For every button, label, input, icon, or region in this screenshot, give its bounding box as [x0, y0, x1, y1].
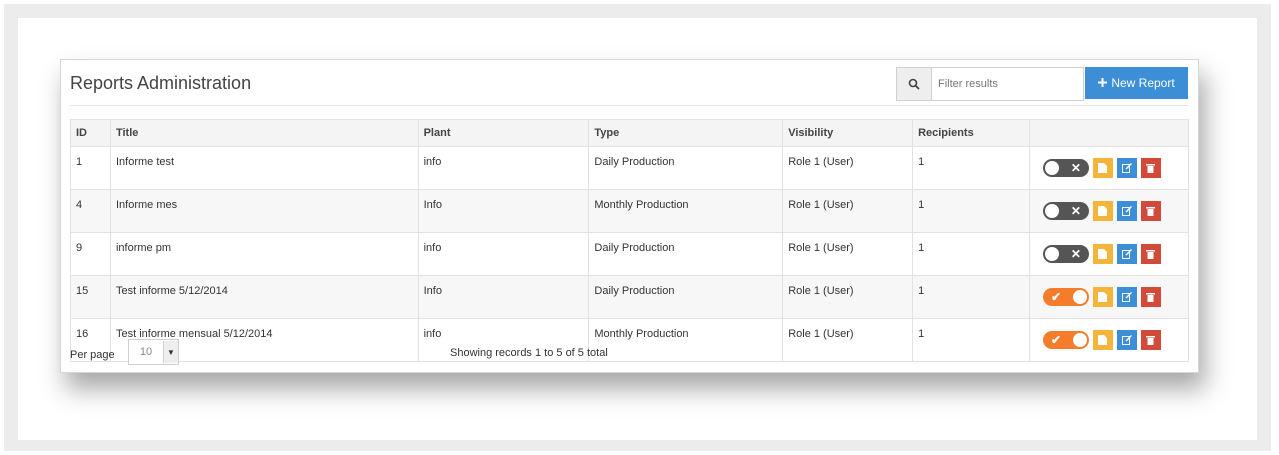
- toggle-knob: [1044, 161, 1059, 175]
- per-page-label: Per page: [70, 349, 115, 361]
- column-header-actions: [1028, 119, 1190, 147]
- cell-id: 1: [70, 146, 111, 190]
- search-icon[interactable]: [897, 68, 932, 100]
- check-icon: ✔: [1050, 333, 1062, 347]
- cell-id: 15: [70, 275, 111, 319]
- delete-icon[interactable]: [1140, 244, 1161, 264]
- page-frame: Reports Administration New Report: [4, 4, 1271, 451]
- cell-title: informe pm: [109, 232, 419, 276]
- new-report-label: New Report: [1111, 76, 1175, 90]
- x-icon: ✕: [1070, 247, 1081, 261]
- toggle-knob: [1072, 290, 1087, 304]
- delete-icon[interactable]: [1140, 201, 1161, 221]
- check-icon: ✔: [1050, 290, 1062, 304]
- cell-type: Daily Production: [588, 232, 784, 276]
- cell-id: 4: [70, 189, 111, 233]
- cell-type: Monthly Production: [588, 318, 784, 362]
- cell-visibility: Role 1 (User): [782, 146, 914, 190]
- edit-icon[interactable]: [1116, 244, 1137, 264]
- cell-visibility: Role 1 (User): [782, 275, 914, 319]
- column-header-id[interactable]: ID: [70, 119, 111, 147]
- active-toggle[interactable]: ✕: [1042, 202, 1089, 220]
- cell-title: Test informe 5/12/2014: [109, 275, 419, 319]
- cell-title: Informe test: [109, 146, 419, 190]
- filter-input[interactable]: [932, 68, 1083, 100]
- cell-actions: ✔: [1028, 318, 1190, 362]
- cell-recipients: 1: [912, 318, 1030, 362]
- cell-actions: ✕: [1028, 189, 1190, 233]
- cell-plant: Info: [417, 275, 590, 319]
- table-row: 16 Test informe mensual 5/12/2014 info M…: [70, 318, 1190, 362]
- cell-actions: ✕: [1028, 232, 1190, 276]
- cell-type: Daily Production: [588, 275, 784, 319]
- cell-type: Monthly Production: [588, 189, 784, 233]
- active-toggle[interactable]: ✕: [1042, 159, 1089, 177]
- toggle-knob: [1072, 333, 1087, 347]
- column-header-recipients[interactable]: Recipients: [912, 119, 1030, 147]
- cell-actions: ✔: [1028, 275, 1190, 319]
- cell-recipients: 1: [912, 146, 1030, 190]
- cell-visibility: Role 1 (User): [782, 232, 914, 276]
- active-toggle[interactable]: ✕: [1042, 245, 1089, 263]
- x-icon: ✕: [1070, 161, 1081, 175]
- reports-table: ID Title Plant Type Visibility Recipient…: [70, 119, 1190, 362]
- cell-plant: info: [417, 232, 590, 276]
- per-page-select[interactable]: 10 ▼: [128, 339, 179, 365]
- cell-title: Informe mes: [109, 189, 419, 233]
- cell-recipients: 1: [912, 189, 1030, 233]
- cell-recipients: 1: [912, 232, 1030, 276]
- per-page-value: 10: [139, 346, 153, 358]
- cell-recipients: 1: [912, 275, 1030, 319]
- cell-plant: Info: [417, 189, 590, 233]
- plus-icon: [1098, 76, 1108, 90]
- search-group: [896, 67, 1084, 101]
- cell-type: Daily Production: [588, 146, 784, 190]
- edit-icon[interactable]: [1116, 201, 1137, 221]
- edit-icon[interactable]: [1116, 158, 1137, 178]
- column-header-title[interactable]: Title: [109, 119, 419, 147]
- active-toggle[interactable]: ✔: [1042, 288, 1089, 306]
- document-icon[interactable]: [1092, 330, 1113, 350]
- cell-actions: ✕: [1028, 146, 1190, 190]
- table-header-row: ID Title Plant Type Visibility Recipient…: [70, 119, 1190, 147]
- cell-id: 9: [70, 232, 111, 276]
- document-icon[interactable]: [1092, 201, 1113, 221]
- toggle-knob: [1044, 204, 1059, 218]
- delete-icon[interactable]: [1140, 330, 1161, 350]
- active-toggle[interactable]: ✔: [1042, 331, 1089, 349]
- page-title: Reports Administration: [70, 73, 252, 93]
- edit-icon[interactable]: [1116, 287, 1137, 307]
- header-divider: [70, 105, 1188, 106]
- table-row: 1 Informe test info Daily Production Rol…: [70, 146, 1190, 190]
- x-icon: ✕: [1070, 204, 1081, 218]
- column-header-visibility[interactable]: Visibility: [782, 119, 914, 147]
- records-summary: Showing records 1 to 5 of 5 total: [450, 347, 608, 359]
- document-icon[interactable]: [1092, 158, 1113, 178]
- edit-icon[interactable]: [1116, 330, 1137, 350]
- table-row: 4 Informe mes Info Monthly Production Ro…: [70, 189, 1190, 233]
- table-row: 15 Test informe 5/12/2014 Info Daily Pro…: [70, 275, 1190, 319]
- document-icon[interactable]: [1092, 244, 1113, 264]
- document-icon[interactable]: [1092, 287, 1113, 307]
- column-header-type[interactable]: Type: [588, 119, 784, 147]
- cell-visibility: Role 1 (User): [782, 189, 914, 233]
- cell-plant: info: [417, 146, 590, 190]
- cell-visibility: Role 1 (User): [782, 318, 914, 362]
- reports-panel: Reports Administration New Report: [60, 59, 1199, 373]
- toggle-knob: [1044, 247, 1059, 261]
- table-row: 9 informe pm info Daily Production Role …: [70, 232, 1190, 276]
- chevron-down-icon[interactable]: ▼: [163, 341, 178, 363]
- column-header-plant[interactable]: Plant: [417, 119, 590, 147]
- delete-icon[interactable]: [1140, 158, 1161, 178]
- delete-icon[interactable]: [1140, 287, 1161, 307]
- new-report-button[interactable]: New Report: [1085, 67, 1188, 99]
